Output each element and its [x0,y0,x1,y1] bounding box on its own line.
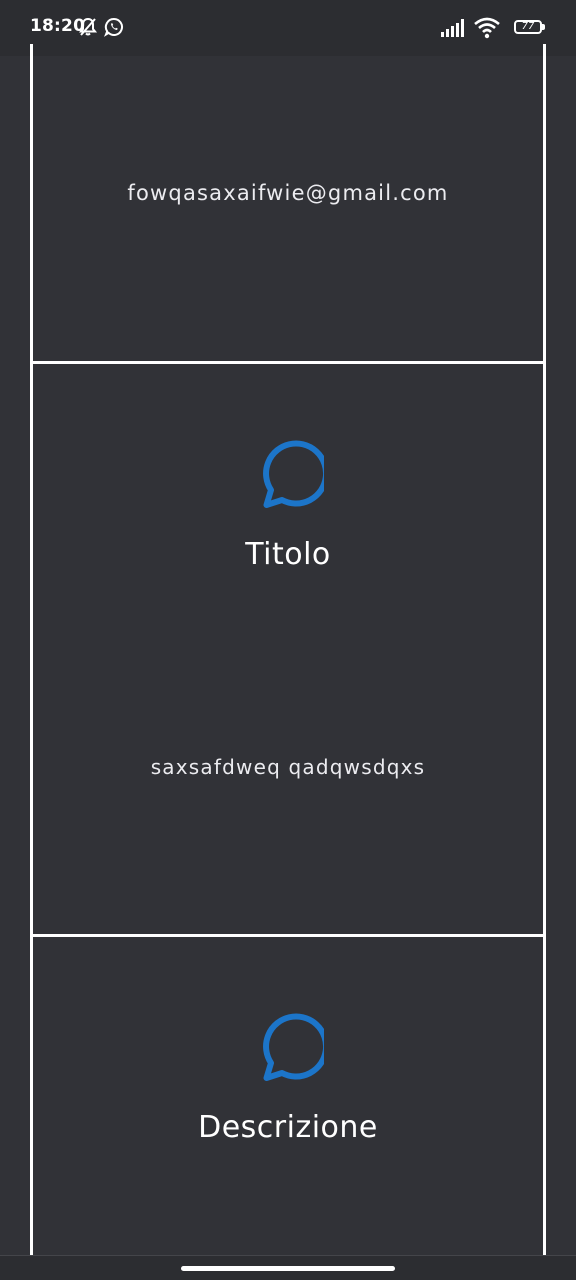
bell-off-icon [78,17,98,41]
chat-bubble-icon [252,439,330,511]
email-value: fowqasaxaifwie@gmail.com [127,181,449,205]
home-indicator[interactable] [181,1266,395,1271]
title-label: Titolo [245,537,331,572]
wifi-icon [473,17,501,43]
status-time: 18:20 [30,16,86,36]
whatsapp-icon [103,17,124,41]
chat-bubble-icon [252,1012,330,1084]
title-value: saxsafdweq qadqwsdqxs [150,755,426,779]
signal-icon [441,19,467,41]
screen: 18:20 77 fowqasaxaifwie@gmail.com Titolo… [0,0,576,1280]
battery-tip [542,24,545,30]
description-label: Descrizione [198,1110,378,1145]
description-section: Descrizione [30,934,546,1256]
battery-icon: 77 [514,20,542,34]
navigation-bar [0,1255,576,1280]
email-section: fowqasaxaifwie@gmail.com [30,44,546,364]
title-section: Titolo saxsafdweq qadqwsdqxs [30,361,546,937]
